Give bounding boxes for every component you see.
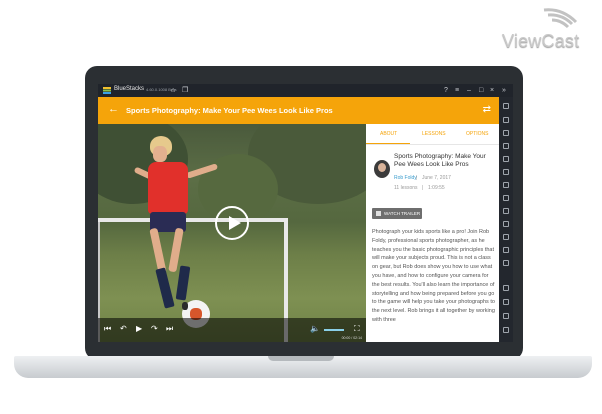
help-icon[interactable]: ? [444,87,448,94]
player-sock [155,267,175,309]
author-avatar [374,160,390,178]
page-title: Sports Photography: Make Your Pee Wees L… [126,106,333,115]
forward-icon[interactable]: ↷ [151,325,158,333]
bluestacks-title: BlueStacks [114,86,145,92]
shake-icon[interactable] [503,169,509,175]
video-player[interactable] [98,124,366,342]
watch-trailer-label: WATCH TRAILER [384,211,421,216]
back-icon[interactable] [503,299,509,305]
bluestacks-titlebar: BlueStacks 4.60.0.1008 Beta ⌂ ❐ ? ≡ – □ … [98,84,513,97]
media-icon[interactable] [503,208,509,214]
laptop-screen: BlueStacks 4.60.0.1008 Beta ⌂ ❐ ? ≡ – □ … [98,84,513,342]
rotate-icon[interactable] [503,156,509,162]
macro-icon[interactable] [503,247,509,253]
tab-options[interactable]: OPTIONS [466,131,489,137]
tab-about[interactable]: ABOUT [380,131,397,137]
meta-separator: | [422,185,424,191]
maximize-icon[interactable]: □ [479,87,483,94]
course-title: Sports Photography: Make Your Pee Wees L… [394,153,486,168]
meta-separator: | [416,175,418,181]
course-description: Photograph your kids sports like a pro! … [372,229,495,323]
volume-icon[interactable]: 🔈 [310,325,320,333]
app-header: ← Sports Photography: Make Your Pee Wees… [98,97,499,124]
volume-down-icon[interactable] [503,130,509,136]
play-small-icon[interactable]: ▶ [136,325,142,333]
recent-apps-icon[interactable] [503,327,509,333]
swap-icon[interactable]: ⇄ [483,104,491,115]
watch-trailer-button[interactable]: WATCH TRAILER [372,208,422,219]
play-icon [229,216,241,230]
rewind-icon[interactable]: ↶ [120,325,127,333]
viewcast-logo: ViewCast [500,4,600,52]
author-link[interactable]: Rob Foldy [394,175,417,181]
camera-icon[interactable] [503,182,509,188]
sync-icon[interactable] [503,260,509,266]
record-icon[interactable] [503,195,509,201]
android-home-icon[interactable] [503,313,509,319]
laptop-notch [268,356,334,361]
bluestacks-logo-icon [103,87,111,94]
course-date: June 7, 2017 [422,175,451,181]
volume-slider[interactable] [324,329,344,331]
play-button[interactable] [215,206,249,240]
logo-text: ViewCast [502,31,580,51]
playback-time: 00:00 / 02:14 [341,336,362,340]
location-icon[interactable] [503,285,509,291]
course-info-panel: ABOUT LESSONS OPTIONS Sports Photography… [366,124,499,342]
tab-lessons[interactable]: LESSONS [422,131,446,137]
folder-icon[interactable] [503,221,509,227]
avatar-face [378,163,386,172]
tab-bar: ABOUT LESSONS OPTIONS [366,124,499,145]
course-duration: 1:09:55 [428,185,445,191]
multi-window-icon[interactable]: ❐ [182,87,188,94]
player-face [153,146,167,162]
goal-crossbar [98,218,288,222]
lesson-count: 11 lessons [394,185,418,191]
player-jersey [148,162,188,214]
close-icon[interactable]: × [490,87,494,94]
home-icon[interactable]: ⌂ [171,87,175,94]
back-arrow-icon[interactable]: ← [108,104,119,115]
keyboard-icon[interactable] [503,143,509,149]
player-sock [175,265,191,301]
signal-waves-icon [543,8,578,29]
fullscreen-toggle-icon[interactable]: ⛶ [354,325,360,333]
copy-icon[interactable] [503,234,509,240]
ball-patch [182,302,188,310]
fullscreen-icon[interactable] [503,103,509,109]
minimize-icon[interactable]: – [467,87,471,94]
skip-start-icon[interactable]: ⏮ [104,325,111,333]
active-tab-indicator [366,143,410,144]
expand-icon[interactable]: » [502,87,506,94]
skip-end-icon[interactable]: ⏭ [166,325,173,333]
bluestacks-sidebar [499,97,513,342]
film-icon [376,211,381,216]
volume-up-icon[interactable] [503,117,509,123]
video-controls: ⏮ ↶ ▶ ↷ ⏭ 🔈 ⛶ 00:00 / 02:14 [98,318,366,342]
menu-icon[interactable]: ≡ [455,87,459,94]
